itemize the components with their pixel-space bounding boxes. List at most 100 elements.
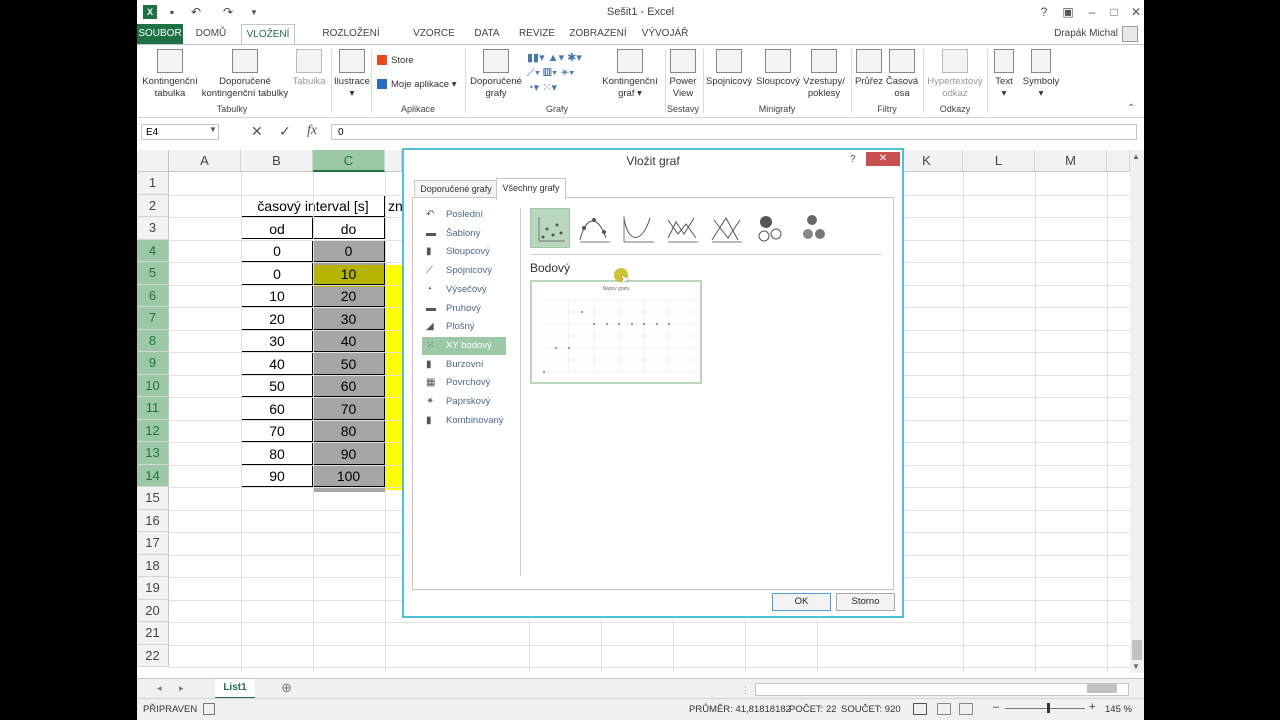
chart-category-7[interactable]: ⁙ XY bodový	[422, 336, 506, 355]
column-header-c[interactable]: C	[313, 150, 385, 172]
tab-recommended-charts[interactable]: Doporučené grafy	[414, 180, 498, 198]
horizontal-scrollbar[interactable]	[755, 683, 1129, 696]
close-icon[interactable]: ✕	[1125, 3, 1144, 21]
row-header-1[interactable]: 1	[137, 172, 169, 195]
from-cell[interactable]: 60	[241, 397, 313, 420]
status-sum[interactable]: SOUČET: 920	[841, 704, 901, 715]
from-cell[interactable]: 40	[241, 352, 313, 375]
ok-button[interactable]: OK	[772, 593, 831, 611]
tab-view[interactable]: ZOBRAZENÍ	[565, 24, 631, 44]
column-header-l[interactable]: L	[963, 150, 1035, 172]
row-header-10[interactable]: 10	[137, 374, 169, 397]
tab-file[interactable]: SOUBOR	[137, 24, 183, 44]
scatter-straight-markers-subtype[interactable]	[664, 210, 700, 246]
to-cell[interactable]: 40	[313, 330, 385, 352]
status-average[interactable]: PRŮMĚR: 41,81818182	[689, 704, 791, 715]
from-cell[interactable]: 0	[241, 262, 313, 285]
user-name[interactable]: Drapák Michal	[1054, 24, 1118, 44]
macro-record-icon[interactable]	[203, 703, 215, 715]
row-header-22[interactable]: 22	[137, 644, 169, 667]
column-header-m[interactable]: M	[1035, 150, 1107, 172]
tab-home[interactable]: DOMŮ	[187, 24, 235, 44]
chart-category-5[interactable]: ▬ Pruhový	[422, 300, 506, 318]
chart-category-9[interactable]: ▦ Povrchový	[422, 374, 506, 392]
scatter-smooth-markers-subtype[interactable]	[576, 210, 612, 246]
status-count[interactable]: POČET: 22	[789, 704, 837, 715]
to-cell[interactable]: 70	[313, 397, 385, 420]
maximize-icon[interactable]: □	[1103, 3, 1125, 21]
timeline-button[interactable]: Časová osa	[885, 49, 919, 100]
from-cell[interactable]: 30	[241, 330, 313, 352]
tab-all-charts[interactable]: Všechny grafy	[496, 178, 566, 200]
from-header-cell[interactable]: od	[241, 217, 313, 239]
formula-input[interactable]: 0	[331, 124, 1137, 140]
column-header-a[interactable]: A	[169, 150, 241, 172]
from-cell[interactable]: 0	[241, 240, 313, 262]
chart-category-6[interactable]: ◢ Plošný	[422, 318, 506, 336]
sparkline-winloss-button[interactable]: Vzestupy/ poklesy	[801, 49, 847, 100]
zoom-in-icon[interactable]: +	[1089, 701, 1095, 713]
cancel-formula-icon[interactable]: ✕	[251, 123, 263, 140]
pivot-table-button[interactable]: Kontingenční tabulka	[139, 49, 201, 100]
dialog-close-icon[interactable]: ✕	[866, 152, 900, 166]
bubble-3d-subtype[interactable]	[796, 210, 832, 246]
tab-review[interactable]: REVIZE	[515, 24, 559, 44]
to-cell[interactable]: 30	[313, 307, 385, 330]
row-header-16[interactable]: 16	[137, 509, 169, 532]
to-cell[interactable]: 10	[313, 262, 385, 285]
recommended-pivot-button[interactable]: Doporučené kontingenční tabulky	[201, 49, 289, 100]
sheet-tab-list1[interactable]: List1	[215, 679, 255, 699]
prev-sheet-icon[interactable]: ◂	[157, 683, 162, 694]
from-cell[interactable]: 20	[241, 307, 313, 330]
illustrations-button[interactable]: Ilustrace ▾	[333, 49, 371, 100]
enter-formula-icon[interactable]: ✓	[279, 123, 291, 140]
from-cell[interactable]: 50	[241, 375, 313, 397]
scatter-smooth-subtype[interactable]	[620, 210, 656, 246]
row-header-8[interactable]: 8	[137, 329, 169, 352]
avatar[interactable]	[1122, 26, 1138, 42]
chart-category-1[interactable]: ▬ Šablony	[422, 225, 506, 243]
table-button[interactable]: Tabulka	[289, 49, 329, 88]
to-cell[interactable]: 50	[313, 352, 385, 375]
chart-preview[interactable]: Název grafu	[530, 280, 702, 384]
row-header-18[interactable]: 18	[137, 554, 169, 577]
normal-view-icon[interactable]	[913, 703, 927, 715]
chart-category-8[interactable]: ▮ Burzovní	[422, 356, 506, 374]
hyperlink-button[interactable]: Hypertextový odkaz	[925, 49, 985, 100]
minimize-icon[interactable]: –	[1081, 3, 1103, 21]
row-header-21[interactable]: 21	[137, 622, 169, 645]
tab-page-layout[interactable]: ROZLOŽENÍ STRÁNKY	[299, 24, 403, 59]
to-cell[interactable]: 0	[313, 240, 385, 262]
row-header-17[interactable]: 17	[137, 532, 169, 555]
column-header-d[interactable]	[385, 150, 402, 172]
bubble-subtype[interactable]	[752, 210, 788, 246]
name-box[interactable]: E4	[141, 124, 219, 140]
row-header-6[interactable]: 6	[137, 284, 169, 307]
row-header-15[interactable]: 15	[137, 487, 169, 510]
chart-category-0[interactable]: ↶ Poslední	[422, 206, 506, 224]
from-cell[interactable]: 70	[241, 420, 313, 442]
row-header-3[interactable]: 3	[137, 217, 169, 240]
chart-category-3[interactable]: ⟋ Spojnicový	[422, 262, 506, 280]
from-cell[interactable]: 10	[241, 285, 313, 307]
name-box-dropdown-icon[interactable]: ▼	[209, 125, 217, 134]
zoom-slider[interactable]	[1005, 708, 1085, 709]
recommended-charts-button[interactable]: Doporučené grafy	[467, 49, 525, 100]
row-header-4[interactable]: 4	[137, 239, 169, 262]
slicer-button[interactable]: Průřez	[853, 49, 885, 88]
next-sheet-icon[interactable]: ▸	[179, 683, 184, 694]
chart-category-4[interactable]: ◔ Výsečový	[422, 281, 506, 299]
row-header-2[interactable]: 2	[137, 194, 169, 217]
h-scroll-thumb[interactable]	[1087, 684, 1117, 693]
sparkline-line-button[interactable]: Spojnicový	[705, 49, 753, 88]
sparkline-column-button[interactable]: Sloupcový	[755, 49, 801, 88]
row-header-11[interactable]: 11	[137, 397, 169, 420]
chart-category-10[interactable]: ✴ Paprskový	[422, 393, 506, 411]
tab-data[interactable]: DATA	[467, 24, 507, 44]
row-header-9[interactable]: 9	[137, 352, 169, 375]
tab-formulas[interactable]: VZORCE	[409, 24, 459, 44]
text-button[interactable]: Text ▾	[989, 49, 1019, 100]
chart-category-2[interactable]: ▮ Sloupcový	[422, 243, 506, 261]
from-cell[interactable]: 80	[241, 442, 313, 465]
symbols-button[interactable]: Symboly ▾	[1021, 49, 1061, 100]
